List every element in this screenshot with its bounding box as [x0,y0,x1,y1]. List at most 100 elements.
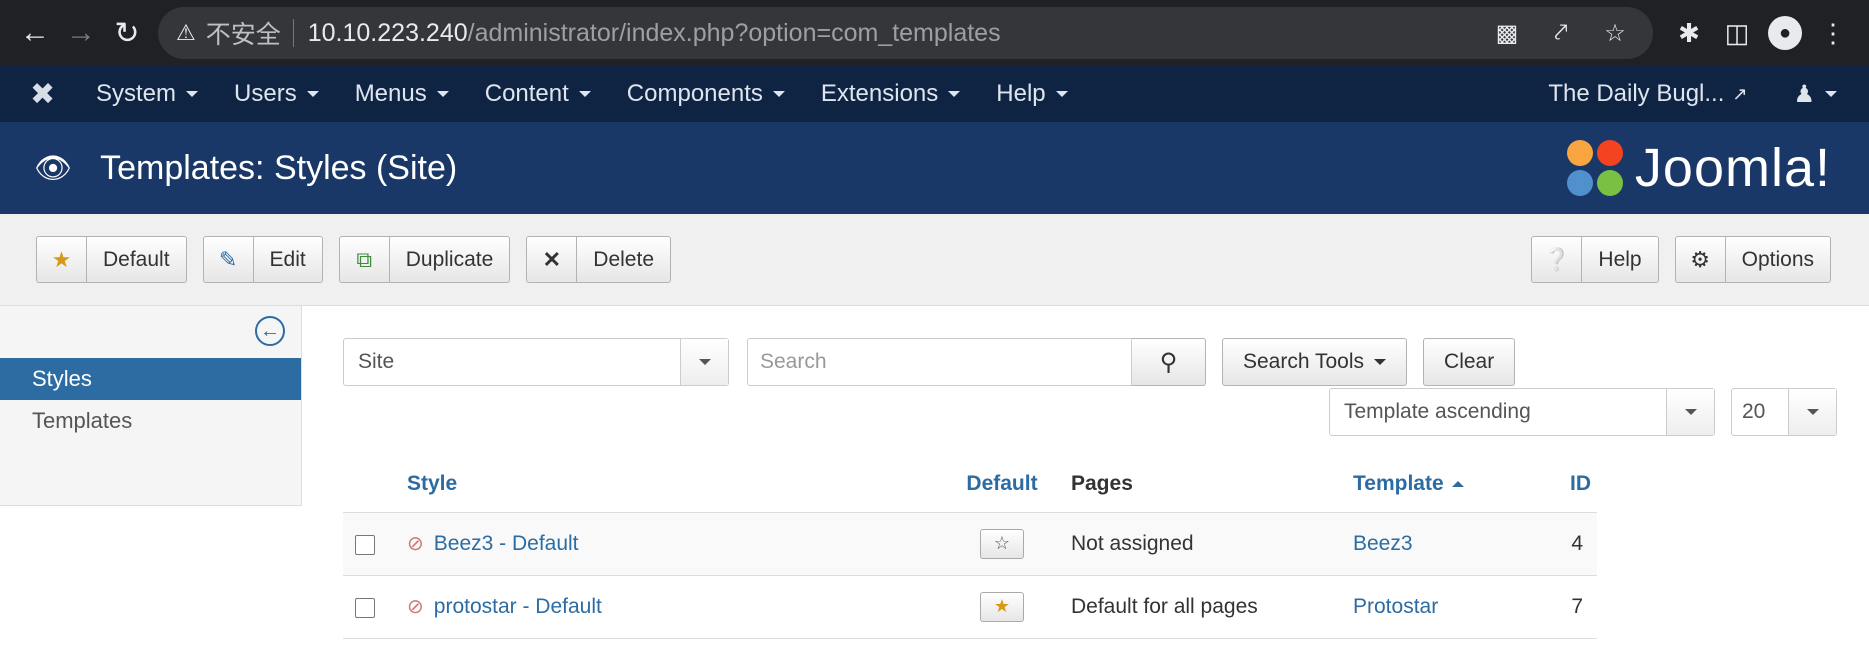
browser-menu-icon[interactable]: ⋮ [1809,9,1857,57]
delete-button[interactable]: ✕ Delete [526,236,671,283]
caret-down-icon [306,91,319,97]
default-button[interactable]: ★ Default [36,236,187,283]
caret-down-icon [578,91,591,97]
limit-select[interactable]: 20 [1731,388,1837,436]
star-icon: ★ [37,237,87,282]
joomla-logo: Joomla! [1563,136,1831,200]
edit-button[interactable]: ✎ Edit [202,236,323,283]
default-cell: ☆ [947,512,1057,576]
forward-icon[interactable]: → [58,10,104,56]
default-button-label: Default [103,247,170,271]
menu-extensions[interactable]: Extensions [820,80,961,108]
caret-down-icon [186,91,199,97]
user-icon: ♟ [1793,80,1815,108]
column-header-style[interactable]: Style [407,456,947,513]
star-filled-icon: ★ [993,596,1011,616]
content-area: ← Styles Templates Site ⚲ Search Tools C… [0,306,1869,639]
style-cell: ⊘ Beez3 - Default [407,512,947,576]
bookmark-star-icon[interactable]: ☆ [1595,13,1635,53]
options-button[interactable]: ⚙ Options [1674,236,1831,283]
ordering-select-value: Template ascending [1344,400,1531,423]
column-header-template[interactable]: Template [1353,456,1543,513]
menu-label: Extensions [820,80,939,107]
column-header-pages: Pages [1057,456,1353,513]
extensions-icon[interactable]: ✱ [1665,9,1713,57]
translate-icon[interactable]: ▩ [1487,13,1527,53]
warning-icon: ⚠ [176,20,196,45]
id-cell: 7 [1543,575,1597,639]
caret-down-icon [1055,91,1068,97]
action-toolbar: ★ Default ✎ Edit ⧉ Duplicate ✕ Delete ❔ … [0,214,1869,306]
page-header: 👁 Templates: Styles (Site) Joomla! [0,122,1869,214]
star-outline-icon: ☆ [993,533,1011,553]
column-header-id[interactable]: ID [1543,456,1597,513]
joomla-small-logo-icon[interactable]: ✖ [30,77,70,112]
share-icon[interactable]: ⤤ [1541,13,1581,53]
page-title: Templates: Styles (Site) [100,148,458,187]
menu-system[interactable]: System [96,80,199,108]
menu-content[interactable]: Content [485,80,591,108]
caret-down-icon [1825,91,1837,97]
sidebar-item-templates[interactable]: Templates [0,400,301,442]
style-header-label: Style [407,471,458,495]
ordering-select[interactable]: Template ascending [1329,388,1715,436]
sidebar-item-styles[interactable]: Styles [0,358,301,400]
template-link[interactable]: Protostar [1353,595,1438,618]
duplicate-button[interactable]: ⧉ Duplicate [338,236,511,283]
menu-help[interactable]: Help [996,80,1068,108]
search-tools-button[interactable]: Search Tools [1222,338,1408,386]
client-select[interactable]: Site [343,338,729,386]
client-select-value: Site [358,350,395,373]
set-default-button[interactable]: ☆ [980,528,1024,559]
menu-components[interactable]: Components [627,80,785,108]
menu-label: System [96,80,177,107]
collapse-sidebar-icon[interactable]: ← [255,316,285,346]
styles-table: Style Default Pages Template ID ⊘ Beez3 -… [343,456,1597,639]
help-button[interactable]: ❔ Help [1531,236,1659,283]
default-star-button[interactable]: ★ [980,591,1024,622]
column-header-default[interactable]: Default [947,456,1057,513]
style-link[interactable]: protostar - Default [434,595,602,618]
profile-icon[interactable]: ● [1761,9,1809,57]
view-site-link[interactable]: The Daily Bugl... ↗ [1548,80,1747,108]
pages-cell: Default for all pages [1057,575,1353,639]
template-link[interactable]: Beez3 [1353,532,1413,555]
address-divider [292,19,294,47]
clear-button[interactable]: Clear [1423,338,1516,386]
joomla-wordmark: Joomla! [1634,138,1831,198]
reload-icon[interactable]: ↻ [104,10,150,56]
address-bar[interactable]: ⚠ 不安全 10.10.223.240 /administrator/index… [158,7,1653,59]
table-row: ⊘ Beez3 - Default ☆ Not assigned Beez3 4 [343,512,1597,576]
template-cell: Beez3 [1353,512,1543,576]
row-checkbox[interactable] [355,534,375,555]
menu-users[interactable]: Users [234,80,319,108]
menu-label: Help [996,80,1046,107]
caret-down-icon [948,91,961,97]
limit-select-value: 20 [1742,400,1766,423]
search-button[interactable]: ⚲ [1132,338,1206,386]
options-button-label: Options [1741,247,1814,271]
row-checkbox[interactable] [355,597,375,618]
delete-button-label: Delete [593,247,654,271]
caret-down-icon [1374,359,1387,365]
url-host: 10.10.223.240 [307,18,468,47]
back-icon[interactable]: ← [12,10,58,56]
caret-down-icon [772,91,785,97]
select-all-header [343,456,407,513]
template-header-label: Template [1353,471,1444,495]
default-cell: ★ [947,575,1057,639]
sort-ascending-icon [1451,481,1464,488]
menu-menus[interactable]: Menus [355,80,449,108]
row-checkbox-cell [343,575,407,639]
url-path: /administrator/index.php?option=com_temp… [467,18,1001,47]
filter-bar: Site ⚲ Search Tools Clear [343,338,1837,386]
user-menu[interactable]: ♟ [1793,80,1837,109]
search-input[interactable] [747,338,1132,386]
eye-icon: 👁 [34,151,73,185]
pages-header-label: Pages [1071,471,1133,495]
row-checkbox-cell [343,512,407,576]
joomla-mark-icon [1563,136,1627,200]
side-panel-icon[interactable]: ◫ [1713,9,1761,57]
style-link[interactable]: Beez3 - Default [434,532,579,555]
pages-cell: Not assigned [1057,512,1353,576]
